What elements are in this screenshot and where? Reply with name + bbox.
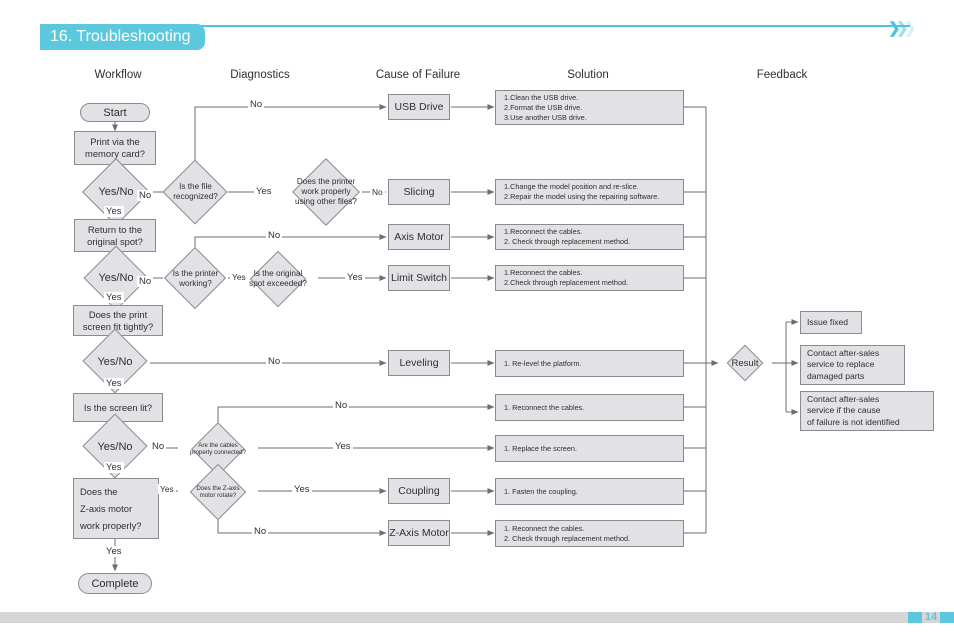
cause-label: Coupling — [398, 485, 440, 497]
workflow-decision-label: Yes/No — [97, 355, 133, 368]
solution-axis-motor: 1.Reconnect the cables. 2. Check through… — [495, 224, 684, 250]
solution-text: 1.Change the model position and re-slice… — [504, 182, 660, 201]
cause-slicing: Slicing — [388, 179, 450, 205]
solution-slicing: 1.Change the model position and re-slice… — [495, 179, 684, 205]
diagnostic-label: Does the Z-axis motor rotate? — [196, 484, 240, 500]
cause-z-axis-motor: Z-Axis Motor — [388, 520, 450, 546]
diagnostic-z-axis-motor-rotate: Does the Z-axis motor rotate? — [178, 463, 258, 521]
solution-z-axis-motor: 1. Reconnect the cables. 2. Check throug… — [495, 520, 684, 547]
solution-text: 1.Reconnect the cables. 2. Check through… — [504, 227, 631, 246]
diagnostic-label: Is the file recognized? — [173, 182, 218, 201]
feedback-issue-fixed: Issue fixed — [800, 311, 862, 334]
cause-label: Z-Axis Motor — [389, 527, 449, 539]
solution-text: 1. Replace the screen. — [504, 443, 578, 453]
workflow-decision-label: Yes/No — [98, 186, 134, 198]
solution-text: 1.Clean the USB drive. 2.Format the USB … — [504, 92, 587, 122]
cause-limit-switch: Limit Switch — [388, 265, 450, 291]
flow-complete-label: Complete — [91, 577, 139, 590]
flow-start-label: Start — [103, 106, 127, 119]
edge-label-yes: Yes — [292, 484, 312, 495]
diagnostic-label: Does the printer work properly using oth… — [295, 177, 357, 206]
diagnostic-is-printer-working: Is the printer working? — [163, 246, 228, 310]
solution-usb-drive: 1.Clean the USB drive. 2.Format the USB … — [495, 90, 684, 125]
diagnostic-label: Is the original spot exceeded? — [249, 269, 307, 288]
diagnostic-printer-other-files: Does the printer work properly using oth… — [287, 158, 365, 226]
result-label: Result — [731, 357, 759, 369]
edge-label-no: No — [248, 99, 265, 110]
edge-label-no: No — [370, 187, 385, 197]
edge-label-yes: Yes — [254, 186, 274, 197]
diagnostic-label: Is the printer working? — [172, 268, 219, 288]
feedback-cause-not-identified: Contact after-sales service if the cause… — [800, 391, 934, 431]
cause-coupling: Coupling — [388, 478, 450, 504]
solution-text: 1. Fasten the coupling. — [504, 486, 578, 496]
edge-label-no: No — [150, 441, 167, 452]
workflow-decision-label: Yes/No — [97, 440, 133, 453]
solution-replace-screen: 1. Replace the screen. — [495, 435, 684, 462]
page-number: 14 — [924, 611, 938, 623]
solution-text: 1. Reconnect the cables. 2. Check throug… — [504, 523, 631, 543]
cause-label: Slicing — [403, 186, 435, 198]
flow-start: Start — [80, 103, 150, 122]
solution-text: 1. Re-level the platform. — [504, 358, 582, 368]
cause-label: USB Drive — [394, 101, 444, 113]
edge-label-yes: Yes — [104, 292, 124, 303]
edge-label-yes: Yes — [333, 441, 353, 452]
edge-label-yes: Yes — [158, 484, 176, 494]
workflow-step-z-axis-motor: Does the Z-axis motor work properly? — [73, 478, 159, 539]
edge-label-yes: Yes — [104, 546, 124, 557]
cause-label: Axis Motor — [394, 231, 444, 243]
feedback-text: Contact after-sales service to replace d… — [807, 347, 880, 381]
feedback-text: Issue fixed — [807, 316, 849, 327]
result-decision: Result — [718, 344, 772, 382]
diagnostic-original-spot-exceeded: Is the original spot exceeded? — [238, 250, 318, 308]
diagnostic-is-file-recognized: Is the file recognized? — [162, 159, 228, 225]
workflow-decision-4: Yes/No — [78, 413, 152, 479]
workflow-step-label: Does the Z-axis motor work properly? — [80, 486, 142, 531]
diagnostic-label: Are the cables properly connected? — [189, 441, 247, 457]
solution-coupling: 1. Fasten the coupling. — [495, 478, 684, 505]
cause-axis-motor: Axis Motor — [388, 224, 450, 250]
edge-label-no: No — [266, 356, 283, 367]
edge-label-yes: Yes — [104, 462, 124, 473]
footer-bar — [0, 612, 954, 623]
solution-reconnect-cables-screen: 1. Reconnect the cables. — [495, 394, 684, 421]
edge-label-no: No — [137, 190, 154, 201]
footer-accent-left — [908, 612, 922, 623]
edge-label-no: No — [333, 400, 350, 411]
workflow-decision-label: Yes/No — [98, 272, 134, 284]
feedback-replace-damaged-parts: Contact after-sales service to replace d… — [800, 345, 905, 385]
edge-label-yes: Yes — [345, 272, 365, 283]
workflow-step-label: Is the screen lit? — [83, 401, 153, 413]
workflow-step-label: Does the print screen fit tightly? — [82, 308, 154, 332]
workflow-decision-3: Yes/No — [78, 328, 152, 394]
feedback-text: Contact after-sales service if the cause… — [807, 393, 900, 427]
workflow-step-label: Print via the memory card? — [85, 136, 145, 159]
edge-label-no: No — [137, 276, 154, 287]
edge-label-no: No — [266, 230, 283, 241]
solution-limit-switch: 1.Reconnect the cables. 2.Check through … — [495, 265, 684, 291]
footer-accent-right — [940, 612, 954, 623]
cause-label: Limit Switch — [390, 272, 447, 284]
edge-label-no: No — [252, 526, 269, 537]
edge-label-yes: Yes — [104, 378, 124, 389]
cause-usb-drive: USB Drive — [388, 94, 450, 120]
solution-leveling: 1. Re-level the platform. — [495, 350, 684, 377]
flow-complete: Complete — [78, 573, 152, 594]
edge-label-yes: Yes — [104, 206, 124, 217]
solution-text: 1. Reconnect the cables. — [504, 402, 585, 412]
cause-leveling: Leveling — [388, 350, 450, 376]
solution-text: 1.Reconnect the cables. 2.Check through … — [504, 268, 629, 287]
cause-label: Leveling — [399, 357, 439, 369]
workflow-step-label: Return to the original spot? — [87, 223, 143, 247]
